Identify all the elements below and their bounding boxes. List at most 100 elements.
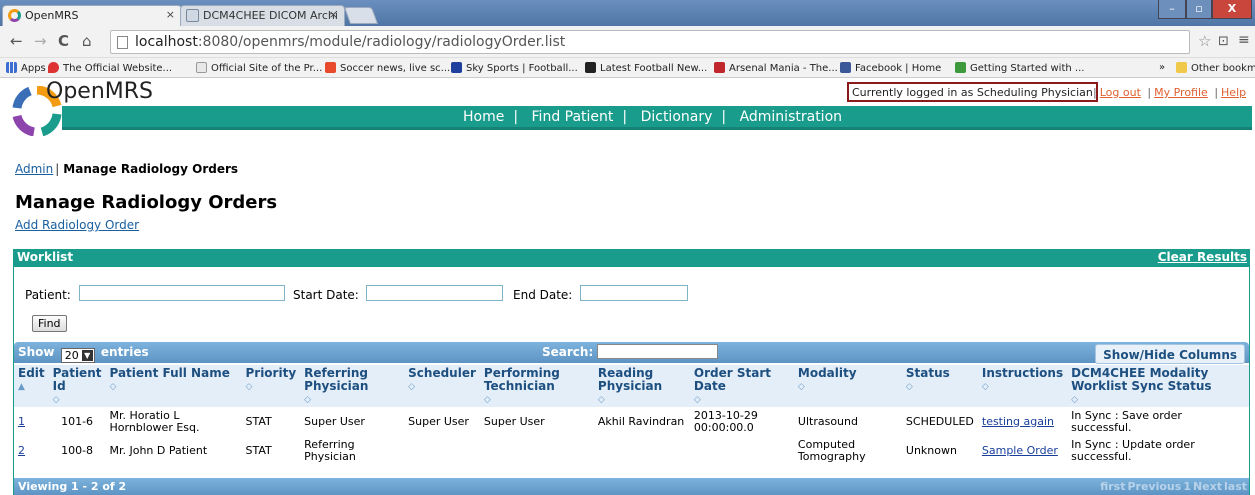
- nav-administration[interactable]: Administration: [740, 109, 842, 125]
- pager-last[interactable]: last: [1224, 480, 1247, 493]
- cell-scheduler: Super User: [408, 414, 469, 428]
- bookmark-other[interactable]: Other bookmarks: [1176, 62, 1255, 74]
- instructions-link[interactable]: testing again: [982, 415, 1054, 428]
- find-button[interactable]: Find: [32, 315, 67, 332]
- show-hide-columns-button[interactable]: Show/Hide Columns: [1095, 344, 1245, 364]
- breadcrumb-current: Manage Radiology Orders: [63, 162, 239, 176]
- maximize-button[interactable]: ▫: [1186, 0, 1212, 19]
- cell-start-date: [690, 436, 794, 465]
- sort-icon: ◇: [597, 395, 605, 405]
- clear-results-link[interactable]: Clear Results: [1158, 250, 1247, 264]
- col-scheduler[interactable]: Scheduler ◇: [404, 365, 480, 407]
- worklist-panel: Patient: Start Date: End Date: Find Show…: [13, 267, 1250, 495]
- cell-modality: Computed Tomography: [797, 437, 866, 463]
- star-icon[interactable]: ☆: [1198, 32, 1211, 50]
- cast-icon[interactable]: ⊡: [1218, 34, 1229, 49]
- edit-order-link[interactable]: 2: [18, 444, 25, 457]
- search-input[interactable]: [597, 344, 718, 359]
- start-date-input[interactable]: [366, 285, 503, 301]
- url-host: localhost: [135, 34, 198, 50]
- openmrs-favicon-icon: [8, 9, 21, 22]
- browser-tabstrip: OpenMRS × DCM4CHEE DICOM Archi × – ▫ X: [0, 0, 1255, 26]
- pager-page-1[interactable]: 1: [1183, 480, 1191, 493]
- forward-arrow-icon[interactable]: →: [34, 32, 47, 50]
- cell-status: Unknown: [905, 443, 957, 457]
- col-order-start-date[interactable]: Order Start Date ◇: [689, 365, 794, 407]
- sort-icon: ◇: [245, 382, 253, 392]
- col-status[interactable]: Status ◇: [901, 365, 978, 407]
- home-icon[interactable]: ⌂: [82, 32, 92, 50]
- worklist-header: Worklist Clear Results: [13, 249, 1250, 267]
- col-referring-physician[interactable]: Referring Physician ◇: [300, 365, 405, 407]
- nav-home[interactable]: Home: [463, 109, 504, 125]
- viewing-info: Viewing 1 - 2 of 2: [18, 480, 127, 493]
- bookmark-7[interactable]: Facebook | Home: [840, 62, 941, 74]
- menu-icon[interactable]: ≡: [1238, 32, 1250, 48]
- nav-find-patient[interactable]: Find Patient: [532, 109, 614, 125]
- sort-icon: ◇: [693, 395, 701, 405]
- bookmark-6[interactable]: Arsenal Mania - The...: [714, 62, 838, 74]
- edit-order-link[interactable]: 1: [18, 415, 25, 428]
- table-row: 1 101-6 Mr. Horatio L Hornblower Esq. ST…: [14, 407, 1249, 436]
- breadcrumb-admin-link[interactable]: Admin: [15, 162, 53, 176]
- sort-asc-icon: ▲: [18, 382, 25, 392]
- cell-reading: Akhil Ravindran: [597, 414, 685, 428]
- back-arrow-icon[interactable]: ←: [10, 32, 23, 50]
- col-reading-physician[interactable]: Reading Physician ◇: [593, 365, 690, 407]
- col-patient-id[interactable]: Patient Id ◇: [48, 365, 106, 407]
- col-performing-technician[interactable]: Performing Technician ◇: [479, 365, 594, 407]
- pager-first[interactable]: first: [1100, 480, 1125, 493]
- logout-link[interactable]: Log out: [1100, 86, 1141, 99]
- sort-icon: ◇: [483, 395, 491, 405]
- minimize-button[interactable]: –: [1158, 0, 1186, 19]
- close-icon[interactable]: ×: [166, 8, 175, 21]
- col-edit[interactable]: Edit ▲: [14, 365, 49, 407]
- nav-dictionary[interactable]: Dictionary: [641, 109, 713, 125]
- bookmark-1[interactable]: The Official Website...: [48, 62, 172, 74]
- sort-icon: ◇: [109, 382, 117, 392]
- arsenal-icon: [714, 62, 725, 73]
- tab-openmrs[interactable]: OpenMRS ×: [2, 5, 182, 26]
- breadcrumb: Admin | Manage Radiology Orders: [15, 162, 239, 176]
- col-priority[interactable]: Priority ◇: [241, 365, 301, 407]
- cell-technician: [480, 436, 594, 465]
- pager-next[interactable]: Next: [1193, 480, 1222, 493]
- main-navbar: Home | Find Patient | Dictionary | Administ…: [62, 106, 1252, 130]
- bookmark-apps[interactable]: Apps: [6, 62, 46, 74]
- worklist-title: Worklist: [17, 250, 74, 264]
- bookmark-8[interactable]: Getting Started with ...: [955, 62, 1084, 74]
- folder-icon: [1176, 62, 1187, 73]
- pager-previous[interactable]: Previous: [1127, 480, 1181, 493]
- close-icon[interactable]: ×: [329, 8, 338, 21]
- bookmarks-bar: Apps The Official Website... Official Si…: [0, 58, 1255, 78]
- cell-edit: 1: [14, 407, 49, 436]
- patient-filter-input[interactable]: [79, 285, 285, 301]
- bookmark-2[interactable]: Official Site of the Pr...: [196, 62, 322, 74]
- cell-patient-id: 101-6: [61, 414, 94, 428]
- reload-icon[interactable]: C: [58, 32, 69, 50]
- bookmark-4[interactable]: Sky Sports | Football...: [451, 62, 578, 74]
- close-window-button[interactable]: X: [1212, 0, 1252, 19]
- col-patient-full-name[interactable]: Patient Full Name ◇: [105, 365, 242, 407]
- address-bar[interactable]: localhost:8080/openmrs/module/radiology/…: [110, 30, 1190, 54]
- dcm4chee-favicon-icon: [186, 9, 199, 22]
- col-modality[interactable]: Modality ◇: [793, 365, 902, 407]
- bookmark-3[interactable]: Soccer news, live sc...: [325, 62, 450, 74]
- sort-icon: ◇: [408, 382, 416, 392]
- add-radiology-order-link[interactable]: Add Radiology Order: [15, 218, 139, 232]
- logged-in-status: Currently logged in as Scheduling Physic…: [847, 82, 1098, 102]
- col-sync-status[interactable]: DCM4CHEE Modality Worklist Sync Status ◇: [1067, 365, 1249, 407]
- bookmarks-overflow[interactable]: »: [1159, 62, 1165, 73]
- cell-sync-status: In Sync : Update order successful.: [1071, 437, 1195, 463]
- instructions-link[interactable]: Sample Order: [982, 444, 1058, 457]
- help-link[interactable]: Help: [1221, 86, 1246, 99]
- tab-dcm4chee[interactable]: DCM4CHEE DICOM Archi ×: [180, 5, 345, 26]
- entries-select[interactable]: 20 ▼: [60, 348, 95, 363]
- apps-grid-icon: [6, 62, 17, 73]
- new-tab-button[interactable]: [343, 7, 379, 24]
- end-date-input[interactable]: [580, 285, 688, 301]
- col-instructions[interactable]: Instructions ◇: [977, 365, 1068, 407]
- my-profile-link[interactable]: My Profile: [1154, 86, 1208, 99]
- cell-modality: Ultrasound: [797, 414, 858, 428]
- bookmark-5[interactable]: Latest Football New...: [585, 62, 707, 74]
